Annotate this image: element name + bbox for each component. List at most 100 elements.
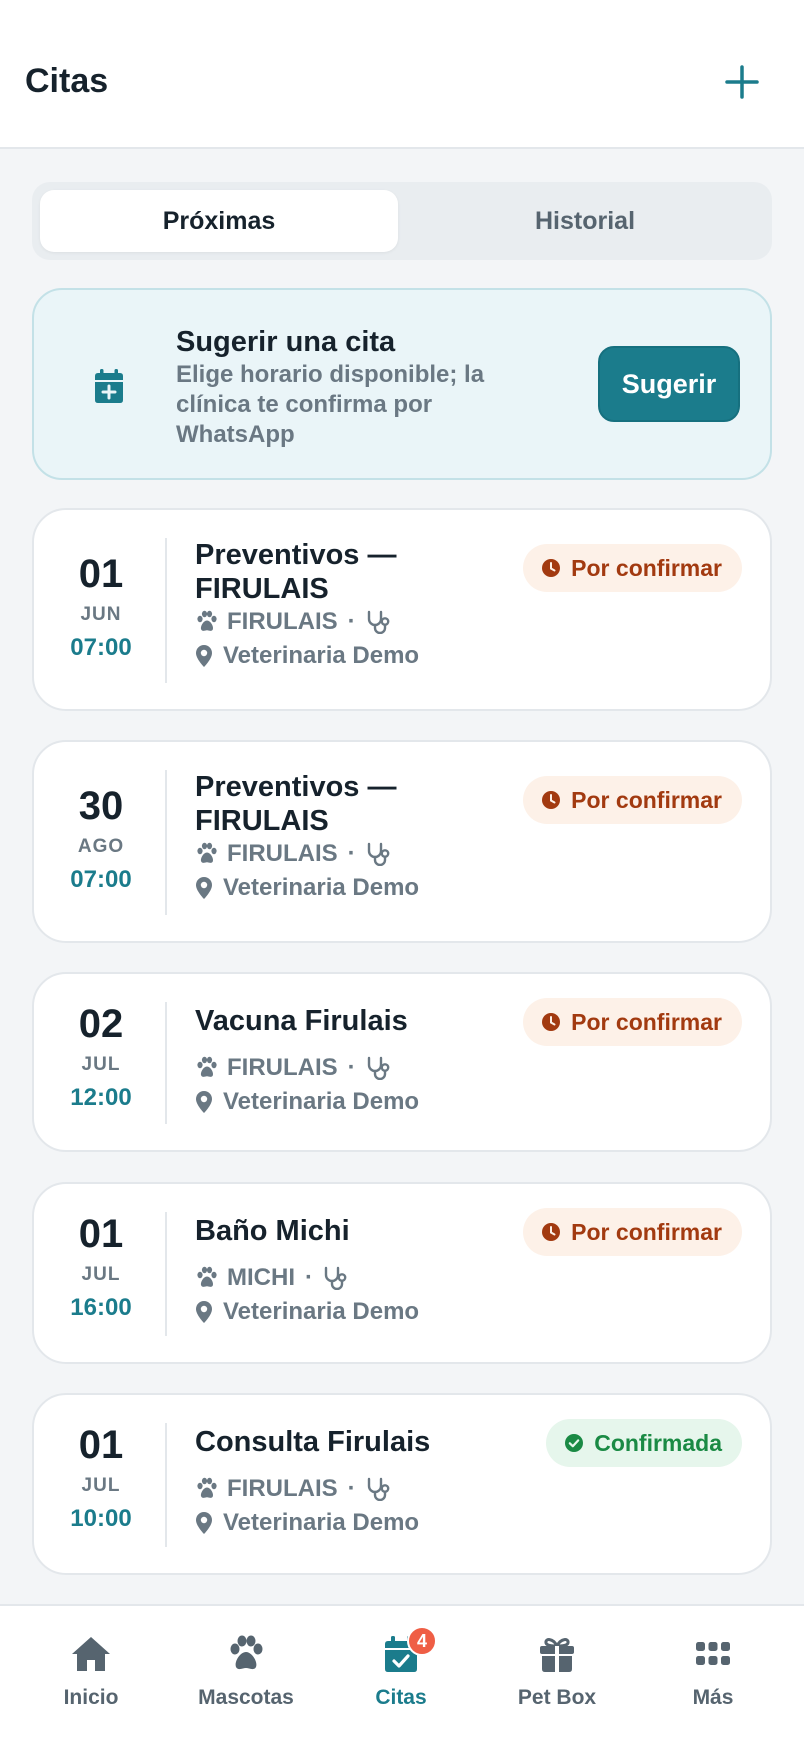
nav-item-citas[interactable]: 4 Citas	[321, 1606, 481, 1740]
meta-separator: ·	[347, 1475, 356, 1502]
appointment-pet-row: FIRULAIS ·	[195, 608, 390, 636]
check-circle-icon	[565, 1434, 584, 1452]
appointment-card[interactable]: 01 JUL 16:00 Baño Michi MICHI · Veterinaria De…	[32, 1182, 772, 1364]
appointment-day: 02	[78, 1002, 124, 1046]
appointment-clinic-row: Veterinaria Demo	[195, 1509, 419, 1537]
stethoscope-icon	[367, 842, 390, 866]
status-label: Confirmada	[594, 1429, 722, 1456]
app-header: Citas	[0, 0, 804, 149]
clock-icon	[542, 559, 561, 577]
card-divider	[165, 538, 167, 683]
paw-icon	[197, 1266, 217, 1287]
appointment-pet: FIRULAIS	[227, 840, 338, 867]
stethoscope-icon	[367, 610, 390, 634]
paw-icon	[197, 842, 217, 863]
appointment-pet-row: FIRULAIS ·	[195, 1054, 390, 1082]
appointment-card[interactable]: 02 JUL 12:00 Vacuna Firulais FIRULAIS · Veteri…	[32, 972, 772, 1152]
appointment-title: Preventivos — FIRULAIS	[195, 539, 397, 605]
appointment-month: JUL	[81, 1475, 121, 1496]
location-pin-icon	[196, 645, 212, 667]
appointment-clinic-row: Veterinaria Demo	[195, 1088, 419, 1116]
appointment-time: 07:00	[70, 634, 132, 661]
paw-icon	[230, 1635, 263, 1670]
appointment-title: Consulta Firulais	[195, 1426, 431, 1458]
appointment-clinic-row: Veterinaria Demo	[195, 1298, 419, 1326]
nav-item-inicio[interactable]: Inicio	[11, 1606, 171, 1740]
appointment-pet: FIRULAIS	[227, 608, 338, 635]
location-pin-icon	[196, 1091, 212, 1113]
appointment-month: JUN	[80, 604, 122, 625]
nav-label-mas: Más	[692, 1686, 734, 1709]
appointment-month: JUL	[81, 1264, 121, 1285]
status-label: Por confirmar	[571, 786, 722, 813]
appointment-day: 01	[78, 1212, 124, 1256]
appointment-time: 10:00	[70, 1505, 132, 1532]
stethoscope-icon	[324, 1266, 347, 1290]
appointment-pet-row: MICHI ·	[195, 1264, 347, 1292]
card-divider	[165, 1212, 167, 1336]
appointment-title: Vacuna Firulais	[195, 1005, 408, 1037]
tab-proximas[interactable]: Próximas	[40, 190, 398, 252]
appointment-clinic-row: Veterinaria Demo	[195, 642, 419, 670]
meta-separator: ·	[305, 1264, 313, 1291]
nav-item-pet-box[interactable]: Pet Box	[477, 1606, 637, 1740]
tab-historial[interactable]: Historial	[406, 190, 764, 252]
appointment-clinic: Veterinaria Demo	[223, 1088, 420, 1115]
appointment-title: Preventivos — FIRULAIS	[195, 771, 397, 837]
suggest-title: Sugerir una cita	[176, 326, 396, 358]
status-badge: Por confirmar	[523, 998, 742, 1046]
nav-label-mascotas: Mascotas	[198, 1686, 294, 1709]
appointment-clinic-row: Veterinaria Demo	[195, 874, 419, 902]
nav-item-mas[interactable]: Más	[633, 1606, 793, 1740]
card-divider	[165, 770, 167, 915]
appointment-title: Baño Michi	[195, 1215, 350, 1247]
card-divider	[165, 1002, 167, 1124]
gift-icon	[540, 1638, 574, 1672]
appointment-card[interactable]: 01 JUN 07:00 Preventivos — FIRULAIS FIRULAIS…	[32, 508, 772, 711]
bottom-navigation: Inicio Mascotas 4 Citas Pet Box Más	[0, 1604, 804, 1740]
status-badge: Por confirmar	[523, 776, 742, 824]
appointment-time: 07:00	[70, 866, 132, 893]
paw-icon	[197, 1477, 217, 1498]
nav-item-mascotas[interactable]: Mascotas	[166, 1606, 326, 1740]
meta-separator: ·	[347, 840, 356, 867]
suggest-appointment-card: Sugerir una cita Elige horario disponibl…	[32, 288, 772, 480]
location-pin-icon	[196, 1301, 212, 1323]
appointment-day: 01	[78, 552, 124, 596]
calendar-plus-icon	[95, 369, 123, 403]
appointment-pet-row: FIRULAIS ·	[195, 1475, 390, 1503]
appointment-pet: MICHI	[227, 1264, 295, 1291]
status-label: Por confirmar	[571, 554, 722, 581]
appointment-pet-row: FIRULAIS ·	[195, 840, 390, 868]
suggest-description: Elige horario disponible; la clínica te …	[176, 361, 485, 448]
stethoscope-icon	[367, 1056, 390, 1080]
page-title: Citas	[25, 62, 109, 100]
nav-label-pet-box: Pet Box	[517, 1686, 597, 1709]
status-badge: Por confirmar	[523, 1208, 742, 1256]
plus-icon[interactable]	[722, 62, 762, 102]
appointment-clinic: Veterinaria Demo	[223, 874, 420, 901]
appointment-month: JUL	[81, 1054, 121, 1075]
appointment-clinic: Veterinaria Demo	[223, 1509, 420, 1536]
status-label: Por confirmar	[571, 1218, 722, 1245]
suggest-button[interactable]: Sugerir	[598, 346, 740, 422]
nav-label-citas: Citas	[375, 1686, 427, 1709]
appointment-clinic: Veterinaria Demo	[223, 642, 420, 669]
paw-icon	[197, 1056, 217, 1077]
appointment-pet: FIRULAIS	[227, 1054, 338, 1081]
paw-icon	[197, 610, 217, 631]
appointment-clinic: Veterinaria Demo	[223, 1298, 420, 1325]
card-divider	[165, 1423, 167, 1547]
appointment-day: 30	[78, 784, 124, 828]
clock-icon	[542, 1223, 561, 1241]
appointment-time: 12:00	[70, 1084, 132, 1111]
appointment-time: 16:00	[70, 1294, 132, 1321]
appointment-card[interactable]: 01 JUL 10:00 Consulta Firulais FIRULAIS · Vete…	[32, 1393, 772, 1575]
status-label: Por confirmar	[571, 1008, 722, 1035]
status-badge: Confirmada	[546, 1419, 742, 1467]
location-pin-icon	[196, 877, 212, 899]
citas-count-badge: 4	[407, 1626, 437, 1656]
location-pin-icon	[196, 1512, 212, 1534]
appointment-card[interactable]: 30 AGO 07:00 Preventivos — FIRULAIS FIRULAIS…	[32, 740, 772, 943]
appointment-month: AGO	[77, 836, 125, 857]
